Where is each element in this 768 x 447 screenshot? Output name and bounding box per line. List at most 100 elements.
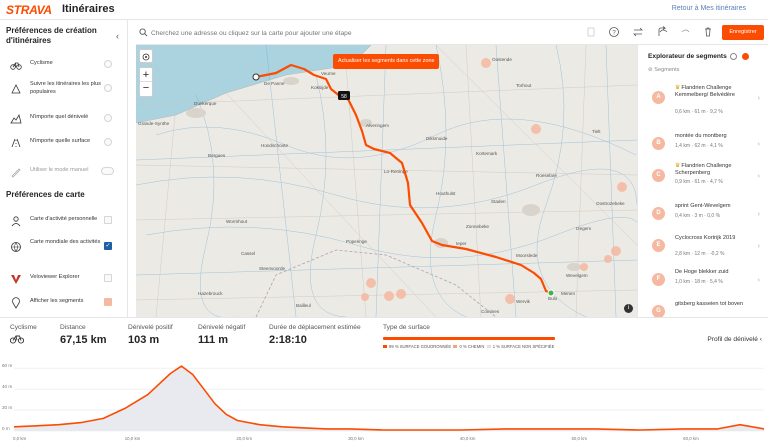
segment-badge: B [652, 137, 665, 150]
segment-item[interactable]: E Cyclocross Kortrijk 2019 2,8 km · 12 m… [644, 233, 762, 269]
chevron-right-icon: › [757, 211, 760, 218]
segment-stats: 0,6 km · 61 m · 9,2 % [675, 109, 723, 115]
place-label: Oostrozebeke [596, 201, 625, 206]
place-label: Staden [491, 199, 506, 204]
global-heatmap-checkbox[interactable]: ✓ [104, 242, 112, 250]
place-label: Wevelgem [566, 273, 588, 278]
place-label: Dunkerque [194, 101, 217, 106]
distance-value: 67,15 km [60, 334, 107, 346]
help-icon[interactable]: ? [608, 26, 620, 38]
duration-stat: Durée de déplacement estimée 2:18:10 [269, 324, 361, 346]
popular-routes-toggle[interactable] [104, 84, 112, 92]
place-label: Torhout [516, 83, 532, 88]
map-preferences-title: Préférences de carte [6, 190, 85, 199]
personal-heatmap-checkbox[interactable] [104, 216, 112, 224]
option-elevation[interactable]: N'importe quel dénivelé [0, 110, 128, 130]
elevation-chart[interactable]: 60 m 40 m 20 m 0 m0,0 km 10,0 km 20,0 km 30,0 … [0, 353, 768, 442]
gain-value: 103 m [128, 334, 160, 346]
popular-route-icon [11, 84, 21, 94]
document-icon[interactable] [585, 26, 597, 38]
place-label: Houthulst [436, 191, 456, 196]
option-label: Carte mondiale des activités [30, 239, 101, 245]
zoom-in-button[interactable]: + [140, 68, 152, 82]
explorer-close-icon[interactable] [742, 53, 749, 60]
segment-badge: A [652, 91, 665, 104]
back-to-routes-link[interactable]: Retour à Mes itinéraires [672, 5, 746, 12]
elevation-area [14, 366, 764, 431]
segments-checkbox[interactable] [104, 298, 112, 306]
place-label: Grande-Synthe [138, 121, 170, 126]
legend-item: 0 % CHEMIN [459, 344, 485, 349]
place-label: Bailleul [296, 303, 311, 308]
reverse-route-icon[interactable] [632, 26, 644, 38]
x-tick-label: 40,0 km [460, 436, 476, 441]
km-marker: 58 [338, 91, 350, 100]
redo-icon[interactable] [680, 26, 692, 38]
cycling-radio[interactable] [104, 60, 112, 68]
zoom-out-button[interactable]: − [140, 82, 152, 96]
chevron-right-icon: › [757, 277, 760, 284]
global-heatmap-icon [11, 242, 21, 252]
strava-logo[interactable]: STRAVA [6, 3, 52, 17]
segment-item[interactable]: G gitsberg kasseien tot boven [644, 299, 762, 317]
elevation-profile[interactable]: 60 m 40 m 20 m 0 m 0,0 km 10,0 km 20,0 km 30,0 … [0, 353, 768, 442]
place-label: Zonnebeke [466, 224, 489, 229]
kom-crown-icon: ♛ [675, 85, 681, 91]
trash-icon[interactable] [702, 26, 714, 38]
surface-toggle[interactable] [104, 138, 112, 146]
option-label: N'importe quelle surface [30, 138, 91, 144]
segment-name: montée du montberg [675, 133, 727, 139]
segment-name: sprint Gent-Wevelgem [675, 203, 731, 209]
option-surface[interactable]: N'importe quelle surface [0, 134, 128, 154]
collapse-sidebar-icon[interactable]: ‹ [116, 31, 119, 41]
legend-item: 1 % SURFACE NON SPÉCIFIÉE [492, 344, 555, 349]
svg-text:58: 58 [341, 94, 347, 100]
legend-swatch [453, 345, 458, 349]
option-manual-mode[interactable]: Utiliser le mode manuel [0, 163, 128, 183]
segments-tab[interactable]: ⊘ Segments [648, 67, 679, 73]
segment-item[interactable]: A ♛Flandrien Challenge Kemmelberg/ Belvé… [644, 85, 762, 121]
option-cycling[interactable]: Cyclisme [0, 56, 128, 76]
x-tick-label: 10,0 km [125, 436, 141, 441]
option-personal-heatmap[interactable]: Carte d'activité personnelle [0, 212, 128, 232]
place-label: Bergues [208, 153, 226, 158]
segment-badge: F [652, 273, 665, 286]
info-icon[interactable]: i [624, 304, 633, 313]
segment-item[interactable]: F De Hoge blekker zuid 1,0 km · 18 m · 5… [644, 267, 762, 303]
segment-item[interactable]: C ♛Flandrien Challenge Scherpenberg 0,9 … [644, 163, 762, 199]
map-canvas[interactable]: Dunkerque Grande-Synthe Bergues Hondscho… [136, 45, 637, 317]
search-input[interactable] [151, 27, 431, 39]
route-stats-bar: Cyclisme Distance 67,15 km Dénivelé posi… [0, 317, 768, 353]
segment-name: De Hoge blekker zuid [675, 269, 729, 275]
undo-icon[interactable] [657, 26, 669, 38]
svg-text:?: ? [612, 30, 616, 36]
loss-label: Dénivelé négatif [198, 324, 246, 331]
manual-mode-switch[interactable] [101, 167, 114, 175]
page-title: Itinéraires [62, 3, 115, 15]
option-global-heatmap[interactable]: Carte mondiale des activités ✓ [0, 238, 128, 258]
place-label: Wervik [516, 299, 531, 304]
y-tick-label: 0 m [2, 426, 10, 431]
option-segments[interactable]: Afficher les segments [0, 294, 128, 314]
place-label: Poperinge [346, 239, 367, 244]
option-popular-routes[interactable]: Suivre les itinéraires les plus populair… [0, 80, 128, 100]
segment-name: ♛Flandrien Challenge Kemmelberg/ Belvédè… [675, 85, 755, 99]
place-label: Bulo [548, 296, 558, 301]
personal-heatmap-icon [11, 216, 21, 227]
explorer-info-icon[interactable] [730, 53, 737, 60]
segment-item[interactable]: B montée du montberg 1,4 km · 62 m · 4,1… [644, 131, 762, 167]
option-label: Utiliser le mode manuel [30, 167, 89, 173]
surface-stat: Type de surface [383, 324, 430, 331]
segment-item[interactable]: D sprint Gent-Wevelgem 0,4 km · 3 m · 0,… [644, 201, 762, 237]
bike-icon [10, 62, 22, 70]
save-button[interactable]: Enregistrer [722, 25, 764, 40]
route-map[interactable]: Dunkerque Grande-Synthe Bergues Hondscho… [136, 45, 637, 317]
x-tick-label: 60,0 km [683, 436, 699, 441]
veloviewer-checkbox[interactable] [104, 274, 112, 282]
route-start-marker [252, 73, 260, 81]
elevation-toggle[interactable] [104, 114, 112, 122]
locate-button[interactable] [139, 49, 153, 63]
option-veloviewer[interactable]: Veloviewer Explorer [0, 270, 128, 290]
elevation-profile-toggle[interactable]: Profil de dénivelé ‹ [707, 336, 762, 343]
update-segments-button[interactable]: Actualiser les segments dans cette zone [333, 54, 440, 69]
